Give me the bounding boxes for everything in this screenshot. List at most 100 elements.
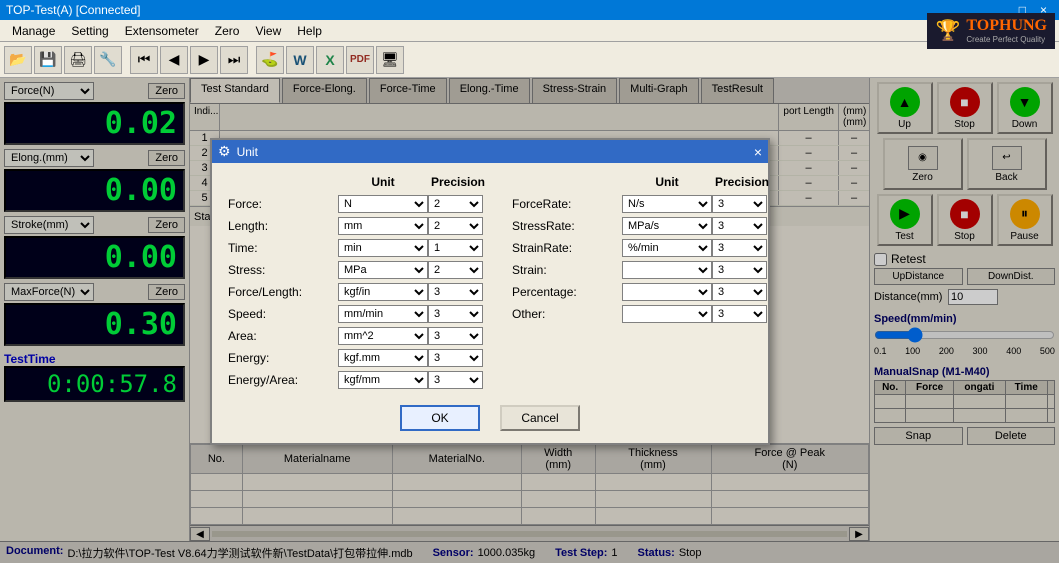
logo-text: TOPHUNG Create Perfect Quality	[966, 17, 1047, 44]
stress-unit-dropdown[interactable]: MPakPaGPa	[338, 261, 428, 279]
percentage-unit-dropdown[interactable]: %	[622, 283, 712, 301]
toolbar-open[interactable]: 📂	[4, 46, 32, 74]
energy-precision-dropdown[interactable]: 01234	[428, 349, 483, 367]
percentage-precision-dropdown[interactable]: 01234	[712, 283, 767, 301]
menubar: Manage Setting Extensometer Zero View He…	[0, 20, 1059, 42]
strain-precision-dropdown[interactable]: 01234	[712, 261, 767, 279]
force-length-row: Force/Length: kgf/inN/mmkN/m 01234	[228, 283, 488, 301]
speed-unit-dropdown[interactable]: mm/minm/mininch/min	[338, 305, 428, 323]
toolbar-save[interactable]: 💾	[34, 46, 62, 74]
area-row: Area: mm^2cm^2m^2 01234	[228, 327, 488, 345]
menu-view[interactable]: View	[247, 22, 289, 40]
menu-extensometer[interactable]: Extensometer	[117, 22, 207, 40]
toolbar-settings[interactable]: 🔧	[94, 46, 122, 74]
energy-area-label: Energy/Area:	[228, 373, 338, 387]
length-precision-dropdown[interactable]: 01234	[428, 217, 483, 235]
unit-dialog: ⚙ Unit × Unit Precision	[210, 138, 770, 445]
menu-help[interactable]: Help	[289, 22, 330, 40]
left-precision-header: Precision	[428, 175, 488, 189]
percentage-label: Percentage:	[512, 285, 622, 299]
left-header-row: Unit Precision	[228, 175, 488, 189]
energy-area-precision-dropdown[interactable]: 01234	[428, 371, 483, 389]
forcerate-precision-dropdown[interactable]: 01234	[712, 195, 767, 213]
dialog-titlebar: ⚙ Unit ×	[212, 140, 768, 163]
toolbar-excel[interactable]: X	[316, 46, 344, 74]
strain-unit-dropdown[interactable]: %	[622, 261, 712, 279]
stress-row: Stress: MPakPaGPa 01234	[228, 261, 488, 279]
stressrate-precision-dropdown[interactable]: 01234	[712, 217, 767, 235]
time-unit-dropdown[interactable]: minsh	[338, 239, 428, 257]
energy-unit-dropdown[interactable]: kgf.mmN.mmJ	[338, 349, 428, 367]
forcerate-label: ForceRate:	[512, 197, 622, 211]
time-label: Time:	[228, 241, 338, 255]
time-row: Time: minsh 01234	[228, 239, 488, 257]
strainrate-precision-dropdown[interactable]: 01234	[712, 239, 767, 257]
speed-row: Speed: mm/minm/mininch/min 01234	[228, 305, 488, 323]
toolbar-word[interactable]: W	[286, 46, 314, 74]
force-length-precision-dropdown[interactable]: 01234	[428, 283, 483, 301]
speed-row-label: Speed:	[228, 307, 338, 321]
length-row: Length: mmcmminch 01234	[228, 217, 488, 235]
strain-row: Strain: % 01234	[512, 261, 772, 279]
strainrate-label: StrainRate:	[512, 241, 622, 255]
toolbar-pdf[interactable]: PDF	[346, 46, 374, 74]
toolbar-flag[interactable]: ⛳	[256, 46, 284, 74]
right-precision-header: Precision	[712, 175, 772, 189]
time-precision-dropdown[interactable]: 01234	[428, 239, 483, 257]
titlebar-title: TOP-Test(A) [Connected]	[6, 3, 992, 17]
length-unit-dropdown[interactable]: mmcmminch	[338, 217, 428, 235]
dialog-right-section: Unit Precision ForceRate: N/skgf/s 01234…	[512, 175, 772, 393]
toolbar-print[interactable]: 🖨	[64, 46, 92, 74]
stress-precision-dropdown[interactable]: 01234	[428, 261, 483, 279]
dialog-left-section: Unit Precision Force: NkgflbfkN 01234 Le…	[228, 175, 488, 393]
forcerate-unit-dropdown[interactable]: N/skgf/s	[622, 195, 712, 213]
area-label: Area:	[228, 329, 338, 343]
force-unit-dropdown[interactable]: NkgflbfkN	[338, 195, 428, 213]
stress-label: Stress:	[228, 263, 338, 277]
dialog-overlay: ⚙ Unit × Unit Precision	[0, 78, 1059, 563]
toolbar: 📂 💾 🖨 🔧 ⏮ ◀ ▶ ⏭ ⛳ W X PDF 🖥	[0, 42, 1059, 78]
dialog-content: Unit Precision Force: NkgflbfkN 01234 Le…	[212, 163, 768, 443]
percentage-row: Percentage: % 01234	[512, 283, 772, 301]
stressrate-unit-dropdown[interactable]: MPa/skPa/s	[622, 217, 712, 235]
toolbar-last[interactable]: ⏭	[220, 46, 248, 74]
cancel-button[interactable]: Cancel	[500, 405, 580, 431]
ok-button[interactable]: OK	[400, 405, 480, 431]
other-unit-dropdown[interactable]	[622, 305, 712, 323]
force-length-label: Force/Length:	[228, 285, 338, 299]
menu-setting[interactable]: Setting	[63, 22, 116, 40]
forcerate-row: ForceRate: N/skgf/s 01234	[512, 195, 772, 213]
toolbar-screen[interactable]: 🖥	[376, 46, 404, 74]
area-unit-dropdown[interactable]: mm^2cm^2m^2	[338, 327, 428, 345]
titlebar: TOP-Test(A) [Connected] _ □ ×	[0, 0, 1059, 20]
area-precision-dropdown[interactable]: 01234	[428, 327, 483, 345]
left-unit-header: Unit	[338, 175, 428, 189]
force-precision-dropdown[interactable]: 01234	[428, 195, 483, 213]
dialog-close-button[interactable]: ×	[754, 144, 762, 160]
stressrate-row: StressRate: MPa/skPa/s 01234	[512, 217, 772, 235]
length-label: Length:	[228, 219, 338, 233]
speed-precision-dropdown[interactable]: 01234	[428, 305, 483, 323]
toolbar-first[interactable]: ⏮	[130, 46, 158, 74]
dialog-grid: Unit Precision Force: NkgflbfkN 01234 Le…	[228, 175, 752, 393]
stressrate-label: StressRate:	[512, 219, 622, 233]
right-header-row: Unit Precision	[512, 175, 772, 189]
logo-icon: 🏆	[935, 18, 960, 43]
energy-row: Energy: kgf.mmN.mmJ 01234	[228, 349, 488, 367]
energy-area-unit-dropdown[interactable]: kgf/mmN/mmJ/m^2	[338, 371, 428, 389]
force-row: Force: NkgflbfkN 01234	[228, 195, 488, 213]
dialog-icon: ⚙	[218, 143, 231, 160]
toolbar-prev[interactable]: ◀	[160, 46, 188, 74]
other-precision-dropdown[interactable]: 01234	[712, 305, 767, 323]
force-length-unit-dropdown[interactable]: kgf/inN/mmkN/m	[338, 283, 428, 301]
right-unit-header: Unit	[622, 175, 712, 189]
dialog-buttons: OK Cancel	[228, 405, 752, 431]
menu-zero[interactable]: Zero	[207, 22, 248, 40]
strainrate-row: StrainRate: %/min%/s 01234	[512, 239, 772, 257]
menu-manage[interactable]: Manage	[4, 22, 63, 40]
strainrate-unit-dropdown[interactable]: %/min%/s	[622, 239, 712, 257]
toolbar-next[interactable]: ▶	[190, 46, 218, 74]
other-row: Other: 01234	[512, 305, 772, 323]
force-label: Force:	[228, 197, 338, 211]
energy-area-row: Energy/Area: kgf/mmN/mmJ/m^2 01234	[228, 371, 488, 389]
